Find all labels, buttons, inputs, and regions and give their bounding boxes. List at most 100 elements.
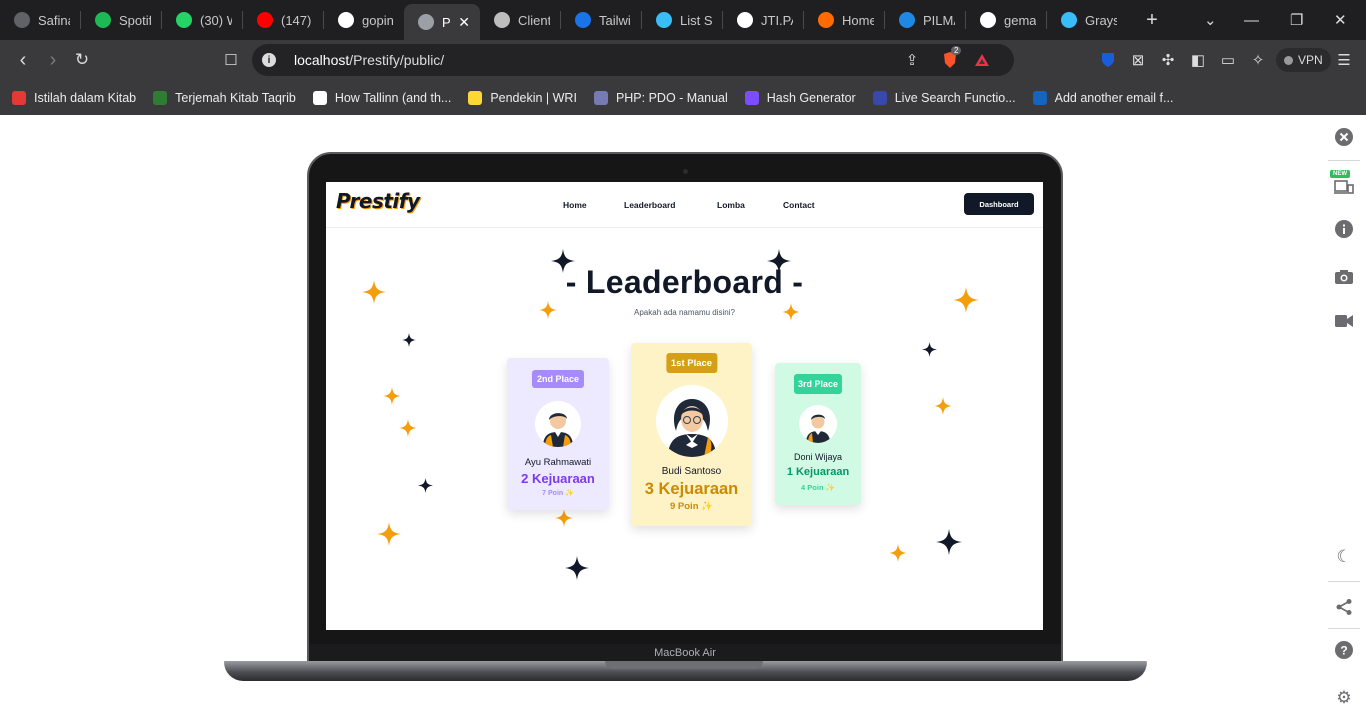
tab-label: Client (518, 12, 550, 28)
video-record-icon[interactable] (1334, 311, 1354, 331)
extensions-icon[interactable]: ✣ (1158, 50, 1178, 70)
bookmark-label: Hash Generator (766, 90, 856, 105)
bookmark-item[interactable]: Add another email f... (1032, 90, 1174, 105)
share-icon[interactable]: ⇪ (902, 50, 922, 70)
forward-icon[interactable]: › (38, 45, 68, 75)
dashboard-button[interactable]: Dashboard (964, 193, 1034, 215)
browser-tab[interactable]: (30) W (162, 0, 242, 40)
browser-tab[interactable]: JTI.PA (723, 0, 803, 40)
tab-search-icon[interactable]: ⌄ (1204, 0, 1217, 40)
browser-tab[interactable]: Tailwi (561, 0, 641, 40)
back-icon[interactable]: ‹ (8, 45, 38, 75)
browser-tab[interactable]: Home (804, 0, 884, 40)
maximize-icon[interactable]: ❐ (1290, 0, 1303, 40)
bookmark-item[interactable]: Pendekin | WRI (468, 90, 577, 105)
responsive-devices-icon[interactable] (1334, 177, 1354, 197)
webflow-icon (1032, 90, 1047, 105)
svg-text:?: ? (1340, 644, 1347, 658)
sparkle-star-icon (539, 301, 557, 319)
leaderboard-subtitle: Apakah ada namamu disini? (634, 308, 735, 317)
bookmark-red-icon (12, 90, 26, 105)
address-bar[interactable]: i localhost/Prestify/public/ ⇪ 2 (252, 44, 1014, 76)
tab-label: JTI.PA (761, 12, 793, 28)
brave-rewards-icon[interactable] (972, 50, 992, 70)
site-logo[interactable]: Prestify (336, 189, 420, 213)
site-navbar: Prestify Home Leaderboard Lomba Contact … (326, 182, 1043, 228)
sparkle-star-icon (417, 477, 433, 493)
bookmark-item[interactable]: How Tallinn (and th... (312, 90, 452, 105)
sparkle-star-icon (383, 387, 401, 405)
close-tab-icon[interactable]: ✕ (458, 14, 470, 31)
leo-ai-icon[interactable]: ✧ (1248, 50, 1268, 70)
pilmapres-icon (899, 12, 915, 28)
place-badge-second: 2nd Place (531, 370, 585, 388)
tab-label: Tailwi (599, 12, 631, 28)
dark-mode-moon-icon[interactable]: ☾ (1334, 547, 1354, 567)
menu-icon[interactable]: ☰ (1334, 50, 1354, 70)
sparkle-star-icon (953, 287, 979, 313)
bookmark-page-icon[interactable]: ☐ (216, 45, 246, 75)
bookmark-item[interactable]: Hash Generator (744, 90, 856, 105)
browser-tab[interactable]: Spotif (81, 0, 161, 40)
podium-card-second: 2nd Place Ayu Rahmawati 2 Kejuaraan 7 Po… (507, 358, 609, 510)
close-window-icon[interactable]: ✕ (1334, 0, 1347, 40)
bookmark-item[interactable]: PHP: PDO - Manual (593, 90, 728, 105)
avatar-ayu-rahmawati (535, 401, 581, 447)
sidebar-toggle-icon[interactable]: ◧ (1188, 50, 1208, 70)
browser-tab[interactable]: gema (966, 0, 1046, 40)
browser-tab[interactable]: PILMA (885, 0, 965, 40)
minimize-icon[interactable]: — (1244, 0, 1259, 40)
tailwind-icon (575, 12, 591, 28)
reload-icon[interactable]: ↻ (67, 45, 97, 75)
sparkle-star-icon (782, 303, 800, 321)
browser-tab[interactable]: gopin (324, 0, 404, 40)
tab-label: (30) W (200, 12, 232, 28)
new-tab-icon[interactable]: + (1137, 9, 1167, 32)
bookmark-item[interactable]: Istilah dalam Kitab (12, 90, 136, 105)
youtube-icon (257, 12, 273, 28)
player-points: 4 Poin ✨ (801, 483, 835, 492)
avatar-doni-wijaya (799, 405, 837, 443)
player-wins: 1 Kejuaraan (786, 466, 850, 478)
side-panel: NEW ☾ ? ⚙ (1322, 115, 1366, 720)
wallet-icon[interactable]: ▭ (1218, 50, 1238, 70)
nav-link-lomba[interactable]: Lomba (717, 200, 745, 210)
sparkle-star-icon (565, 556, 589, 580)
tab-label: PILMA (923, 12, 955, 28)
info-icon[interactable] (1334, 219, 1354, 239)
excel-extension-icon[interactable]: ⊠ (1128, 50, 1148, 70)
bookmarks-bar: Istilah dalam Kitab Terjemah Kitab Taqrib… (0, 80, 1366, 115)
vpn-button[interactable]: VPN (1276, 48, 1331, 72)
nav-link-home[interactable]: Home (563, 200, 587, 210)
laptop-chin-label: MacBook Air (309, 644, 1061, 662)
settings-gear-icon[interactable]: ⚙ (1334, 688, 1354, 708)
place-badge-third: 3rd Place (793, 374, 843, 394)
browser-tab[interactable]: Safina (0, 0, 80, 40)
sparkle-star-icon (767, 249, 791, 273)
nav-link-leaderboard[interactable]: Leaderboard (624, 200, 676, 210)
close-panel-icon[interactable] (1334, 127, 1354, 147)
sparkle-star-icon (362, 280, 386, 304)
help-icon[interactable]: ? (1334, 640, 1354, 660)
nav-link-contact[interactable]: Contact (783, 200, 815, 210)
browser-tab[interactable]: Grays (1047, 0, 1127, 40)
bitwarden-icon[interactable] (1098, 50, 1118, 70)
url-text[interactable]: localhost/Prestify/public/ (294, 52, 444, 68)
vpn-status-icon (1284, 55, 1293, 65)
spotify-icon (95, 12, 111, 28)
tab-label: P (442, 14, 451, 30)
share-nodes-icon[interactable] (1334, 597, 1354, 617)
browser-tab[interactable]: (147) (243, 0, 323, 40)
browser-tab[interactable]: Client (480, 0, 560, 40)
url-path: /Prestify/public/ (349, 52, 445, 68)
browser-tab[interactable]: List St (642, 0, 722, 40)
github-icon (737, 12, 753, 28)
bookmark-item[interactable]: Live Search Functio... (872, 90, 1016, 105)
tailwind-icon (656, 12, 672, 28)
bookmark-item[interactable]: Terjemah Kitab Taqrib (153, 90, 296, 105)
bookmark-label: Add another email f... (1054, 90, 1174, 105)
site-info-icon[interactable]: i (262, 53, 276, 67)
screenshot-camera-icon[interactable] (1334, 267, 1354, 287)
browser-tab[interactable]: P ✕ (404, 4, 480, 40)
bookmark-label: How Tallinn (and th... (334, 90, 452, 105)
